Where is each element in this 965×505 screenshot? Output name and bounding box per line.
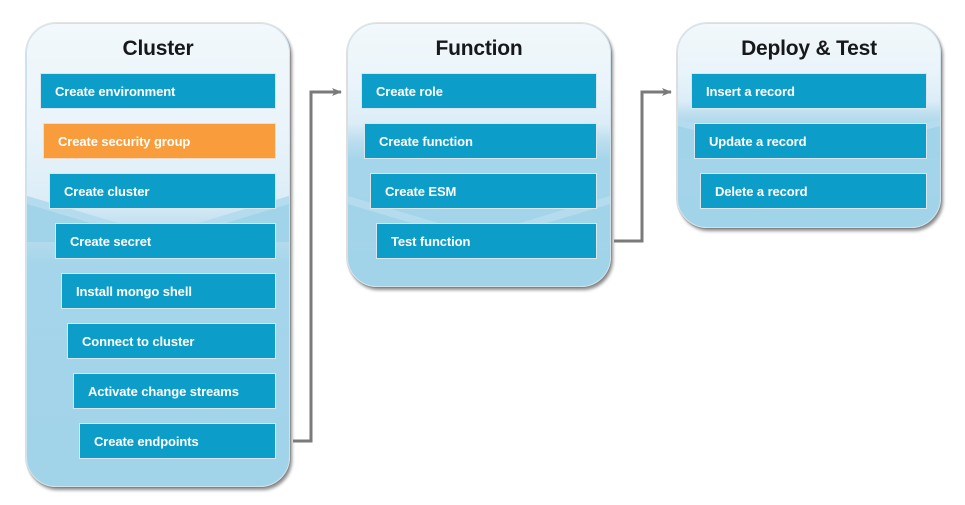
panel-title-deploy-test: Deploy & Test	[741, 37, 877, 60]
step-chip[interactable]: Install mongo shell	[61, 273, 276, 309]
step-chip[interactable]: Create security group	[43, 123, 276, 159]
step-chip[interactable]: Insert a record	[691, 73, 927, 109]
step-chip[interactable]: Test function	[376, 223, 597, 259]
step-chip[interactable]: Delete a record	[700, 173, 927, 209]
step-chip[interactable]: Create secret	[55, 223, 276, 259]
step-chip[interactable]: Create role	[361, 73, 597, 109]
panel-title-cluster: Cluster	[122, 37, 194, 60]
step-chip[interactable]: Create ESM	[370, 173, 597, 209]
step-chip[interactable]: Connect to cluster	[67, 323, 276, 359]
step-chip[interactable]: Update a record	[694, 123, 927, 159]
panel-title-function: Function	[435, 37, 523, 60]
step-chip[interactable]: Activate change streams	[73, 373, 276, 409]
step-chip[interactable]: Create endpoints	[79, 423, 276, 459]
step-chip[interactable]: Create function	[364, 123, 597, 159]
step-chip[interactable]: Create environment	[40, 73, 276, 109]
workflow-diagram: Cluster Create environment Create security…	[0, 0, 965, 505]
step-chip[interactable]: Create cluster	[49, 173, 276, 209]
